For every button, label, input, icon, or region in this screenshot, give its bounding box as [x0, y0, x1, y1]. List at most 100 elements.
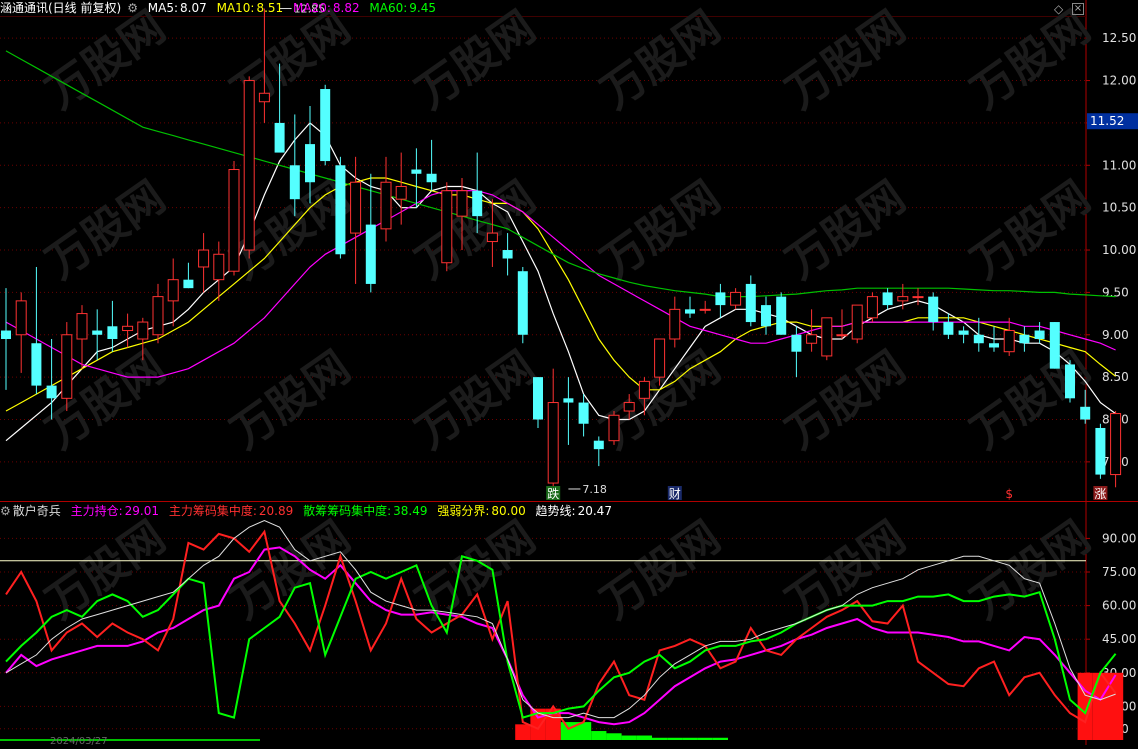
candlestick	[122, 313, 134, 348]
candle-body	[730, 291, 742, 306]
candle-body	[472, 190, 483, 217]
signal-marker: 财	[669, 487, 681, 501]
watermark-logo: 万股网	[777, 172, 914, 289]
indicator-bar-green	[560, 722, 576, 740]
price-tick-label: 8.50	[1102, 370, 1129, 384]
indicator-bar-green	[682, 737, 698, 740]
stock-title[interactable]: 涵通通讯(日线 前复权)	[0, 1, 121, 15]
ma60-value: 9.45	[409, 1, 437, 15]
candlestick	[882, 288, 893, 310]
main-chart-header: 涵通通讯(日线 前复权) ⚙ MA5: 8.07 MA10: 8.51 MA20: 8.…	[0, 0, 442, 16]
watermark-logo: 万股网	[777, 2, 914, 119]
candle-body	[305, 144, 315, 183]
candlestick	[685, 296, 695, 318]
candle-body	[882, 292, 893, 306]
threshold-label: 强弱分界:	[437, 504, 490, 518]
candle-body	[76, 313, 88, 340]
candlestick	[228, 161, 240, 276]
candle-body	[137, 321, 149, 340]
candle-body	[486, 232, 498, 243]
chart-svg: 12.5012.0011.5011.0010.5010.009.509.008.…	[0, 0, 1138, 745]
candlestick	[107, 300, 118, 352]
candle-body	[274, 122, 285, 153]
candle-body	[1110, 413, 1122, 476]
candle-body	[578, 402, 589, 424]
candle-body	[441, 190, 453, 264]
indicator-settings-icon[interactable]: ⚙	[0, 504, 11, 518]
price-tick-label: 11.00	[1102, 158, 1136, 172]
watermark-logo: 万股网	[592, 512, 729, 629]
candle-body	[152, 296, 164, 336]
main-concentration-label: 主力筹码集中度:	[168, 504, 257, 518]
close-icon[interactable]: ×	[1072, 3, 1084, 15]
candle-body	[243, 80, 255, 251]
candle-body	[593, 440, 604, 450]
candle-body	[563, 398, 574, 403]
candle-body	[638, 380, 650, 399]
signal-marker: 跌	[547, 486, 559, 501]
indicator-bar-green	[606, 733, 622, 740]
candle-body	[228, 169, 240, 272]
candle-body	[989, 343, 999, 348]
indicator-header: ⚙ 散户奇兵 主力持仓: 29.01 主力筹码集中度: 20.89 散筹筹码集中度: 3…	[0, 503, 618, 519]
watermark-logo: 万股网	[37, 342, 174, 459]
candle-body	[1003, 330, 1015, 353]
indicator-bar-red	[515, 724, 531, 740]
indicator-tick-label: 45.00	[1102, 632, 1136, 646]
candlestick	[15, 292, 27, 373]
settings-icon[interactable]: ⚙	[127, 1, 138, 15]
current-price-label: 11.52	[1090, 114, 1124, 128]
diamond-icon[interactable]: ◇	[1054, 2, 1063, 16]
candle-body	[46, 385, 57, 399]
candlestick	[213, 241, 225, 301]
candlestick	[761, 296, 771, 335]
candle-body	[380, 181, 392, 230]
watermark-logo: 万股网	[962, 342, 1099, 459]
indicator-bar-green	[697, 737, 713, 740]
signal-marker: 涨	[1094, 486, 1106, 501]
candle-body	[107, 326, 118, 339]
main-concentration-value: 20.89	[258, 504, 294, 518]
candlestick	[1019, 326, 1030, 352]
candle-body	[836, 334, 848, 337]
price-tick-label: 12.50	[1102, 31, 1136, 45]
candle-body	[183, 279, 194, 289]
candle-body	[213, 253, 225, 281]
watermark-logo: 万股网	[37, 2, 174, 119]
ma60-label: MA60:	[369, 1, 408, 15]
candle-body	[426, 173, 437, 183]
candle-body	[395, 185, 407, 200]
signal-marker: $	[1005, 487, 1013, 501]
price-tick-label: 10.00	[1102, 243, 1136, 257]
candle-body	[958, 330, 969, 335]
candle-body	[912, 296, 924, 299]
candlestick	[61, 322, 73, 412]
candle-body	[31, 343, 42, 386]
price-tick-label: 10.50	[1102, 201, 1136, 215]
candlestick	[1, 288, 11, 390]
candle-body	[122, 325, 134, 332]
candlestick	[167, 258, 179, 327]
price-tick-label: 12.00	[1102, 74, 1136, 88]
trend-line-label: 趋势线:	[535, 504, 576, 518]
candle-body	[1049, 322, 1060, 369]
candle-body	[715, 292, 726, 306]
candle-body	[61, 334, 73, 399]
candle-body	[350, 181, 362, 234]
indicator-bar-green	[667, 737, 683, 740]
candlestick	[1110, 411, 1122, 488]
candle-body	[411, 169, 422, 174]
candlestick	[836, 309, 848, 339]
candle-body	[943, 322, 954, 335]
candlestick	[866, 292, 878, 323]
indicator-title[interactable]: 散户奇兵	[13, 504, 61, 518]
ma20-label: MA20:	[293, 1, 331, 15]
candlestick	[851, 304, 863, 344]
candlestick	[441, 182, 453, 272]
ma10-label: MA10:	[216, 1, 255, 15]
main-position-label: 主力持仓:	[70, 504, 123, 518]
candlestick	[563, 377, 574, 445]
threshold-value: 80.00	[491, 504, 526, 518]
candle-body	[289, 165, 300, 200]
candlestick	[776, 292, 787, 335]
